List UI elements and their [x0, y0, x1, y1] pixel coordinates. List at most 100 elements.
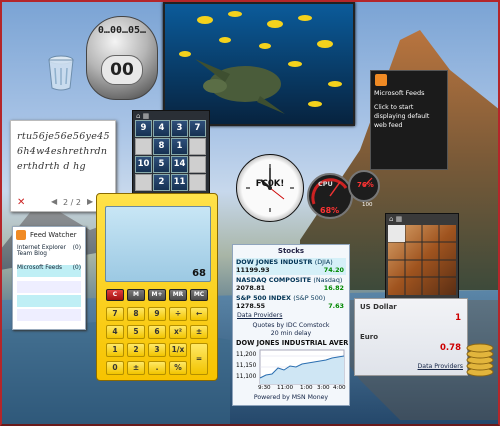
calc-memory-key[interactable]: M: [127, 289, 145, 301]
chart-x-tick: 1:00: [300, 385, 313, 391]
clock-gadget[interactable]: FC0K!: [236, 154, 304, 222]
rss-icon: [16, 230, 26, 240]
slideshow-gadget[interactable]: [163, 2, 355, 126]
calc-memory-key[interactable]: MR: [169, 289, 187, 301]
calc-keypad: C M M+ MR MC 7 8 9 ÷ ← 4 5 6 x² ±1 2 3 1/x = 0 ±.%: [97, 194, 217, 380]
cpu-meter-gadget[interactable]: CPU 68% 76% 100: [306, 166, 382, 224]
meter-max-label: 100: [362, 202, 373, 208]
feeds-message[interactable]: Click to start displaying default web fe…: [374, 103, 444, 130]
calc-key[interactable]: ±: [190, 325, 208, 339]
calc-key[interactable]: =: [190, 343, 208, 375]
puzzle-tile[interactable]: 8: [153, 138, 170, 155]
microsoft-feeds-gadget[interactable]: Microsoft Feeds Click to start displayin…: [370, 70, 448, 170]
puzzle-tile[interactable]: [189, 174, 206, 191]
currency-to-value[interactable]: 0.78: [440, 343, 461, 353]
calc-key[interactable]: 3: [148, 343, 166, 357]
currency-from-label[interactable]: US Dollar: [360, 303, 397, 311]
puzzle-tile[interactable]: 1: [171, 138, 188, 155]
next-note-icon[interactable]: ▶: [87, 197, 93, 206]
watcher-item-count: (0): [72, 265, 81, 271]
feed-watcher-gadget[interactable]: Feed Watcher Internet Explorer Team Blog…: [12, 226, 86, 330]
delete-note-icon[interactable]: ✕: [17, 197, 25, 208]
currency-to-label[interactable]: Euro: [360, 333, 378, 341]
puzzle-header-icons: ⌂ ▦: [136, 112, 150, 120]
cpu-meter-dials: [307, 170, 380, 219]
timer-top-label: 0…00…05…: [97, 25, 147, 36]
stocks-gadget[interactable]: Stocks DOW JONES INDUSTR (DJIA) 11199.93…: [232, 244, 350, 406]
calc-key[interactable]: 9: [148, 307, 166, 321]
puzzle-tile[interactable]: 11: [171, 174, 188, 191]
calc-key[interactable]: x²: [169, 325, 187, 339]
puzzle-tile[interactable]: [189, 156, 206, 173]
calculator-gadget[interactable]: 68 C M M+ MR MC 7 8 9 ÷ ← 4 5 6 x² ±1 2 3 1/x = 0 ±.%: [96, 193, 218, 381]
watcher-title: Feed Watcher: [30, 231, 77, 239]
watcher-empty-row: [17, 281, 81, 293]
puzzle-tile[interactable]: 2: [153, 174, 170, 191]
slideshow-image: [165, 4, 353, 124]
currency-from-value[interactable]: 1: [455, 313, 461, 323]
calc-key[interactable]: 1/x: [169, 343, 187, 357]
calc-key[interactable]: 7: [106, 307, 124, 321]
chart-y-tick: 11,200: [236, 352, 257, 358]
calc-memory-key[interactable]: MC: [190, 289, 208, 301]
stocks-data-providers-link[interactable]: Data Providers: [237, 312, 282, 319]
calc-key[interactable]: 5: [127, 325, 145, 339]
stock-row[interactable]: NASDAQ COMPOSITE (Nasdaq) 2078.81 16.82: [236, 276, 346, 293]
clock-brand: FC0K!: [255, 179, 285, 189]
calc-key[interactable]: .: [148, 361, 166, 375]
stock-name: DOW JONES INDUSTR (DJIA): [236, 258, 333, 266]
desktop-background: 0…00…05… 00 rtu56je56e56ye45 6h4w4eshret…: [0, 0, 500, 426]
puzzle-tile[interactable]: [189, 138, 206, 155]
calc-key[interactable]: ±: [127, 361, 145, 375]
puzzle-board: 9 4 3 7 8 1 10 5 14 2 11: [135, 120, 207, 192]
calc-key[interactable]: 6: [148, 325, 166, 339]
picture-puzzle-gadget[interactable]: ⌂ ▦: [385, 213, 459, 299]
calc-key[interactable]: 1: [106, 343, 124, 357]
puzzle-tile[interactable]: 10: [135, 156, 152, 173]
calc-key[interactable]: 8: [127, 307, 145, 321]
rss-icon: [375, 74, 387, 86]
chart-x-tick: 11:00: [277, 385, 294, 391]
timer-gadget[interactable]: 0…00…05… 00: [86, 16, 158, 100]
watcher-item[interactable]: Internet Explorer Team Blog (0): [17, 245, 81, 263]
recycle-bin-icon[interactable]: [46, 54, 76, 92]
watcher-item-label: Internet Explorer Team Blog: [17, 245, 66, 257]
stock-change: 7.63: [328, 302, 344, 310]
puzzle-tile[interactable]: 5: [153, 156, 170, 173]
stocks-powered-by: Powered by MSN Money: [253, 394, 329, 401]
calc-memory-key[interactable]: M+: [148, 289, 166, 301]
puzzle-tile[interactable]: 3: [171, 120, 188, 137]
chart-x-tick: 3:00: [317, 385, 330, 391]
calc-key[interactable]: 4: [106, 325, 124, 339]
calc-key[interactable]: 0: [106, 361, 124, 375]
currency-gadget[interactable]: US Dollar 1 Euro 0.78 Data Providers: [354, 298, 468, 376]
stocks-quotes-by: Quotes by IDC Comstock: [252, 322, 330, 329]
currency-data-providers-link[interactable]: Data Providers: [418, 363, 463, 370]
chart-x-tick: 9:30: [258, 385, 271, 391]
stock-row[interactable]: DOW JONES INDUSTR (DJIA) 11199.93 74.20: [236, 258, 346, 275]
watcher-empty-row: [17, 295, 81, 307]
watcher-item-count: (0): [72, 245, 81, 251]
puzzle-tile[interactable]: [135, 174, 152, 191]
calc-key[interactable]: ←: [190, 307, 208, 321]
cpu-value: 68%: [320, 206, 340, 215]
tile-puzzle-gadget[interactable]: ⌂ ▦ 9 4 3 7 8 1 10 5 14 2 11: [132, 110, 210, 196]
puzzle-tile[interactable]: 4: [153, 120, 170, 137]
stock-change: 74.20: [323, 266, 344, 274]
calc-key[interactable]: 2: [127, 343, 145, 357]
coin-stack-icon: [466, 343, 494, 377]
watcher-item-label: Microsoft Feeds: [17, 265, 63, 271]
prev-note-icon[interactable]: ◀: [51, 197, 57, 206]
note-text[interactable]: rtu56je56e56ye45 6h4w4eshrethrdn erthdrt…: [17, 129, 113, 174]
puzzle-tile[interactable]: 9: [135, 120, 152, 137]
watcher-empty-row: [17, 309, 81, 321]
calc-key[interactable]: %: [169, 361, 187, 375]
calc-memory-key[interactable]: C: [106, 289, 124, 301]
timer-display: 00: [101, 55, 143, 85]
watcher-item[interactable]: Microsoft Feeds (0): [17, 265, 81, 277]
puzzle-tile[interactable]: 14: [171, 156, 188, 173]
stock-row[interactable]: S&P 500 INDEX (S&P 500) 1278.55 7.63: [236, 294, 346, 311]
puzzle-tile[interactable]: [135, 138, 152, 155]
calc-key[interactable]: ÷: [169, 307, 187, 321]
puzzle-tile[interactable]: 7: [189, 120, 206, 137]
